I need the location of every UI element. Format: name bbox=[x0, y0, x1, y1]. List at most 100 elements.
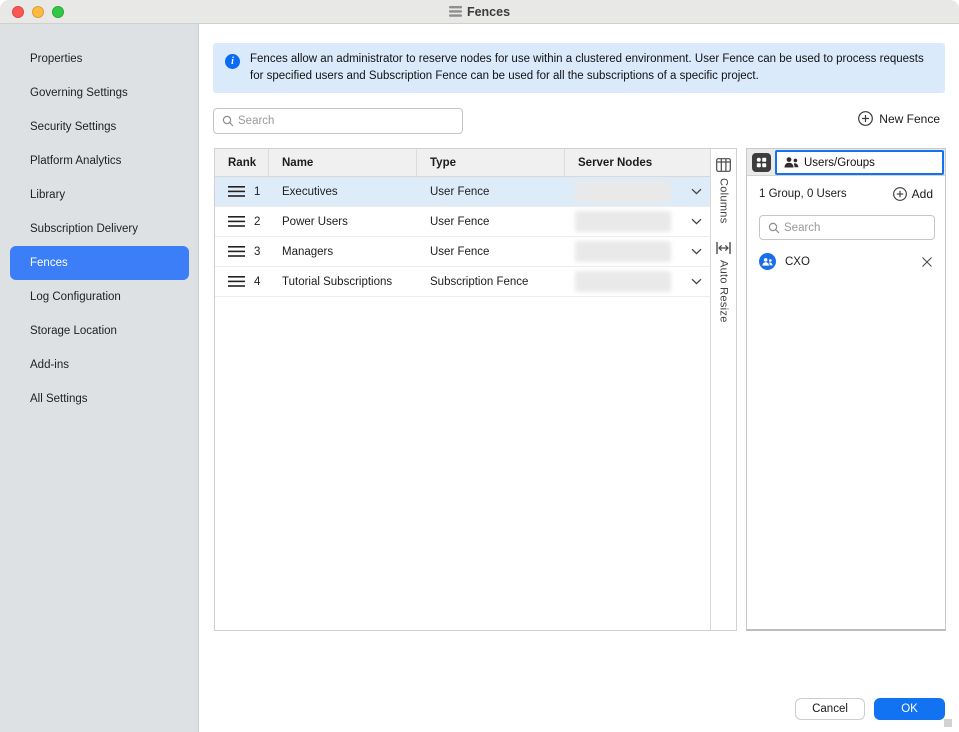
sidebar-item[interactable]: All Settings bbox=[10, 382, 189, 416]
fence-rank: 3 bbox=[254, 246, 260, 258]
fence-table-row[interactable]: 2 Power Users User Fence bbox=[215, 207, 710, 237]
add-member-label: Add bbox=[912, 187, 933, 201]
window-title: Fences bbox=[467, 5, 510, 19]
new-fence-label: New Fence bbox=[879, 112, 940, 126]
search-icon bbox=[768, 222, 780, 234]
plus-circle-icon bbox=[893, 187, 907, 201]
window-title-group: Fences bbox=[449, 5, 510, 19]
tab-users-groups[interactable]: Users/Groups bbox=[775, 150, 944, 175]
sidebar-item-label: Library bbox=[30, 189, 65, 201]
server-nodes-value-redacted bbox=[575, 211, 671, 232]
fence-name: Tutorial Subscriptions bbox=[282, 276, 392, 288]
columns-icon bbox=[716, 158, 731, 172]
fence-name: Power Users bbox=[282, 216, 348, 228]
server-nodes-value-redacted bbox=[575, 271, 671, 292]
ok-button[interactable]: OK bbox=[874, 698, 945, 720]
tab-users-groups-label: Users/Groups bbox=[804, 157, 875, 169]
sidebar-item-label: Log Configuration bbox=[30, 291, 121, 303]
member-row[interactable]: CXO bbox=[759, 253, 933, 270]
fence-table-row[interactable]: 3 Managers User Fence bbox=[215, 237, 710, 267]
drag-handle-icon[interactable] bbox=[228, 186, 245, 197]
fence-table: Rank Name Type Server Nodes bbox=[214, 148, 737, 631]
columns-tool-label: Columns bbox=[718, 178, 730, 224]
chevron-down-icon[interactable] bbox=[691, 218, 702, 225]
sidebar-item[interactable]: Add-ins bbox=[10, 348, 189, 382]
sidebar-item[interactable]: Properties bbox=[10, 42, 189, 76]
member-name: CXO bbox=[785, 256, 921, 268]
column-header-name[interactable]: Name bbox=[269, 149, 417, 176]
fence-type: User Fence bbox=[430, 246, 489, 258]
sidebar-item[interactable]: Fences bbox=[10, 246, 189, 280]
cancel-button[interactable]: Cancel bbox=[795, 698, 865, 720]
zoom-window-button[interactable] bbox=[52, 6, 64, 18]
fence-rank: 1 bbox=[254, 186, 260, 198]
app-window: Fences Properties Governing Settings Sec… bbox=[0, 0, 959, 732]
sidebar-item-label: Subscription Delivery bbox=[30, 223, 138, 235]
column-header-server-nodes[interactable]: Server Nodes bbox=[565, 149, 710, 176]
sidebar-item-label: Fences bbox=[30, 257, 68, 269]
members-tab-strip: Users/Groups bbox=[747, 149, 945, 176]
sidebar-item[interactable]: Security Settings bbox=[10, 110, 189, 144]
sidebar-item[interactable]: Library bbox=[10, 178, 189, 212]
sidebar-item-label: Properties bbox=[30, 53, 82, 65]
auto-resize-tool[interactable]: Auto Resize bbox=[716, 242, 731, 323]
members-summary: 1 Group, 0 Users bbox=[759, 188, 847, 200]
fences-panel: i Fences allow an administrator to reser… bbox=[199, 24, 959, 732]
auto-resize-tool-label: Auto Resize bbox=[718, 260, 730, 323]
chevron-down-icon[interactable] bbox=[691, 278, 702, 285]
fence-search-input[interactable] bbox=[238, 115, 462, 127]
column-header-type[interactable]: Type bbox=[417, 149, 565, 176]
members-search-input[interactable] bbox=[784, 222, 934, 234]
drag-handle-icon[interactable] bbox=[228, 246, 245, 257]
fences-list-icon bbox=[449, 6, 462, 17]
info-banner-text: Fences allow an administrator to reserve… bbox=[250, 51, 931, 85]
sidebar-item[interactable]: Governing Settings bbox=[10, 76, 189, 110]
window-controls bbox=[12, 6, 64, 18]
remove-member-icon[interactable] bbox=[921, 256, 933, 268]
new-fence-button[interactable]: New Fence bbox=[858, 111, 940, 126]
server-nodes-value-redacted bbox=[575, 241, 671, 262]
column-header-rank[interactable]: Rank bbox=[215, 149, 269, 176]
sidebar-item[interactable]: Log Configuration bbox=[10, 280, 189, 314]
minimize-window-button[interactable] bbox=[32, 6, 44, 18]
drag-handle-icon[interactable] bbox=[228, 216, 245, 227]
sidebar-item[interactable]: Storage Location bbox=[10, 314, 189, 348]
drag-handle-icon[interactable] bbox=[228, 276, 245, 287]
fence-rank: 4 bbox=[254, 276, 260, 288]
columns-tool[interactable]: Columns bbox=[716, 158, 731, 224]
server-nodes-value-redacted bbox=[575, 181, 671, 202]
fence-type: Subscription Fence bbox=[430, 276, 528, 288]
table-header-row: Rank Name Type Server Nodes bbox=[215, 149, 710, 177]
resize-grip[interactable] bbox=[944, 719, 952, 727]
fence-rank: 2 bbox=[254, 216, 260, 228]
fence-type: User Fence bbox=[430, 186, 489, 198]
fence-type: User Fence bbox=[430, 216, 489, 228]
info-banner: i Fences allow an administrator to reser… bbox=[213, 43, 945, 93]
fence-table-row[interactable]: 4 Tutorial Subscriptions Subscription Fe… bbox=[215, 267, 710, 297]
sidebar-item[interactable]: Platform Analytics bbox=[10, 144, 189, 178]
chevron-down-icon[interactable] bbox=[691, 248, 702, 255]
users-groups-icon bbox=[784, 157, 799, 168]
sidebar-item[interactable]: Subscription Delivery bbox=[10, 212, 189, 246]
sidebar-item-label: Add-ins bbox=[30, 359, 69, 371]
info-icon: i bbox=[225, 54, 240, 69]
fence-name: Managers bbox=[282, 246, 333, 258]
chevron-down-icon[interactable] bbox=[691, 188, 702, 195]
close-window-button[interactable] bbox=[12, 6, 24, 18]
table-tools-strip: Columns Auto Resize bbox=[710, 149, 736, 630]
sidebar-item-label: All Settings bbox=[30, 393, 88, 405]
plus-circle-icon bbox=[858, 111, 873, 126]
grid-view-icon[interactable] bbox=[752, 153, 771, 172]
members-search-field[interactable] bbox=[759, 215, 935, 240]
group-avatar-icon bbox=[759, 253, 776, 270]
add-member-button[interactable]: Add bbox=[893, 187, 933, 201]
title-bar: Fences bbox=[0, 0, 959, 24]
search-icon bbox=[222, 115, 234, 127]
sidebar-item-label: Security Settings bbox=[30, 121, 116, 133]
fence-name: Executives bbox=[282, 186, 338, 198]
fence-members-panel: Users/Groups 1 Group, 0 Users Add bbox=[746, 148, 946, 631]
fence-table-row[interactable]: 1 Executives User Fence bbox=[215, 177, 710, 207]
fence-search-field[interactable] bbox=[213, 108, 463, 134]
table-body: 1 Executives User Fence bbox=[215, 177, 710, 297]
sidebar-item-label: Platform Analytics bbox=[30, 155, 121, 167]
